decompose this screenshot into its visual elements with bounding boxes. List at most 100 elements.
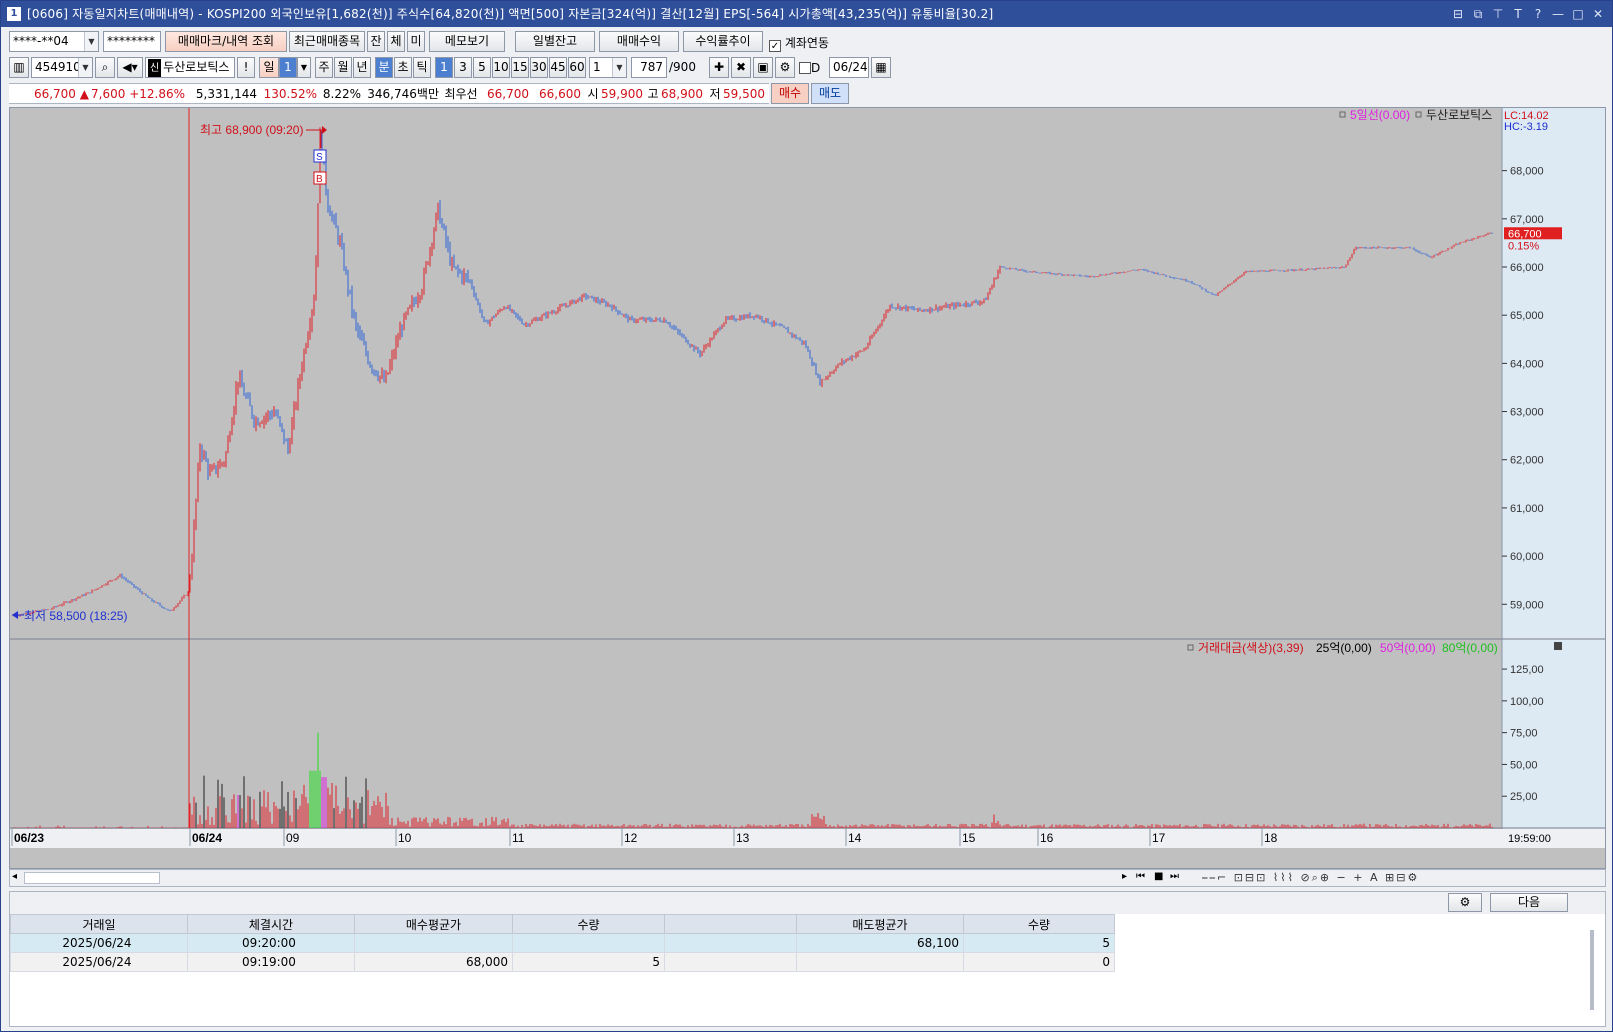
cell-blank <box>664 933 797 953</box>
drawing-tools-icon[interactable]: ⎯⎯⌐ ⊡⊟⊡ ⌇⌇⌇ ⊘⌕⊕ − + A ⊞⊟⚙ <box>1202 871 1419 885</box>
column-sell-qty[interactable]: 수량 <box>963 914 1115 934</box>
count-input[interactable]: 787 <box>631 57 667 78</box>
chevron-down-icon[interactable]: ▼ <box>78 58 92 77</box>
password-input[interactable]: ******** <box>103 31 161 52</box>
date-input[interactable]: 06/24 <box>829 57 869 78</box>
help-icon[interactable]: ? <box>1530 1 1546 27</box>
memo-button[interactable]: 메모보기 <box>429 31 505 52</box>
stock-name-field[interactable]: 신 두산로보틱스 <box>145 57 235 78</box>
period-week-button[interactable]: 주 <box>315 57 333 78</box>
period-second-button[interactable]: 초 <box>394 57 412 78</box>
interval-60-button[interactable]: 60 <box>568 57 586 78</box>
interval-select[interactable]: 1 ▼ <box>589 57 627 78</box>
column-trade-date[interactable]: 거래일 <box>10 914 188 934</box>
chevron-down-icon[interactable]: ▼ <box>84 32 98 51</box>
period-day-button[interactable]: 일 <box>259 57 279 78</box>
price-tick-label: 63,000 <box>1510 407 1544 419</box>
minimize-icon[interactable]: — <box>1550 1 1566 27</box>
interval-5-button[interactable]: 5 <box>473 57 491 78</box>
gear-icon[interactable]: ⚙ <box>1448 893 1482 912</box>
volume-legend-80: 80억(0,00) <box>1442 641 1498 655</box>
interval-3-button[interactable]: 3 <box>454 57 472 78</box>
table-row[interactable]: 2025/06/24 09:19:00 68,000 5 0 <box>10 952 1115 972</box>
chart-canvas[interactable]: 68,000 67,000 66,000 65,000 64,000 63,000 62,0… <box>10 108 1605 868</box>
buy-marker-label: B <box>316 174 323 185</box>
gear-icon[interactable]: ⚙ <box>775 57 795 78</box>
table-scrollbar[interactable] <box>1590 930 1594 1010</box>
tile-icon[interactable]: ⊟ <box>1450 1 1466 27</box>
x-tick-label: 09 <box>286 831 300 845</box>
column-exec-time[interactable]: 체결시간 <box>187 914 355 934</box>
crosshair-remove-icon[interactable]: ✖ <box>731 57 751 78</box>
pin-top-icon[interactable]: ⊤ <box>1490 1 1506 27</box>
chart-scrollbar[interactable]: ◂ ▸ ⏮ ■ ⏭ ⎯⎯⌐ ⊡⊟⊡ ⌇⌇⌇ ⊘⌕⊕ − + A ⊞⊟⚙ <box>9 869 1606 887</box>
best-ask: 66,700 <box>481 83 533 104</box>
calendar-icon[interactable]: ▦ <box>871 57 891 78</box>
period-year-button[interactable]: 년 <box>353 57 371 78</box>
x-tick-label: 10 <box>398 831 412 845</box>
next-button[interactable]: 다음 <box>1490 893 1568 912</box>
x-tick-label: 11 <box>512 831 525 845</box>
cell-sell-qty: 0 <box>963 952 1115 972</box>
x-tick-label: 15 <box>962 831 976 845</box>
stop-icon[interactable]: ■ <box>1154 871 1163 882</box>
speaker-icon[interactable]: ◀▾ <box>117 57 143 78</box>
column-blank[interactable] <box>664 914 797 934</box>
price-chart-area[interactable]: 68,000 67,000 66,000 65,000 64,000 63,000 62,0… <box>9 107 1606 869</box>
period-minute-button[interactable]: 분 <box>375 57 393 78</box>
restore-window-icon[interactable]: ⧉ <box>1470 1 1486 27</box>
interval-1-button[interactable]: 1 <box>435 57 453 78</box>
period-day-value[interactable]: 1 <box>279 57 297 78</box>
recent-trades-button[interactable]: 최근매매종목 <box>289 31 365 52</box>
maximize-icon[interactable]: □ <box>1570 1 1586 27</box>
interval-30-button[interactable]: 30 <box>530 57 548 78</box>
stock-name: 두산로보틱스 <box>163 60 230 74</box>
column-buy-avg[interactable]: 매수평균가 <box>354 914 513 934</box>
layout-icon[interactable]: ▥ <box>9 57 29 78</box>
interval-15-button[interactable]: 15 <box>511 57 529 78</box>
executed-button[interactable]: 체 <box>387 31 405 52</box>
close-icon[interactable]: ✕ <box>1590 1 1606 27</box>
unfilled-button[interactable]: 미 <box>407 31 425 52</box>
chevron-down-icon[interactable]: ▼ <box>297 57 311 78</box>
return-trend-button[interactable]: 수익률추이 <box>683 31 763 52</box>
account-select[interactable]: ****-**04 ▼ <box>9 31 99 52</box>
price-tick-label: 65,000 <box>1510 310 1544 322</box>
d-label: D <box>811 61 821 75</box>
column-buy-qty[interactable]: 수량 <box>512 914 665 934</box>
trade-mark-button[interactable]: 매매마크/내역 조회 <box>165 31 287 52</box>
chevron-down-icon[interactable]: ▼ <box>612 58 626 77</box>
buy-button[interactable]: 매수 <box>771 83 809 104</box>
balance-button[interactable]: 잔 <box>367 31 385 52</box>
cell-blank <box>664 952 797 972</box>
account-link-checkbox[interactable]: ✓ 계좌연동 <box>769 34 829 52</box>
cell-exec-time: 09:20:00 <box>187 933 355 953</box>
period-month-button[interactable]: 월 <box>334 57 352 78</box>
d-checkbox[interactable]: D <box>799 61 820 75</box>
sell-button[interactable]: 매도 <box>811 83 849 104</box>
rewind-icon[interactable]: ⏮ <box>1136 871 1145 882</box>
alert-button[interactable]: ! <box>237 57 255 78</box>
scroll-left-icon[interactable]: ◂ <box>12 871 17 882</box>
trade-profit-button[interactable]: 매매수익 <box>599 31 679 52</box>
crosshair-add-icon[interactable]: ✚ <box>709 57 729 78</box>
scroll-thumb[interactable] <box>24 872 160 884</box>
scroll-right-icon[interactable]: ▸ <box>1122 871 1127 882</box>
checkbox-box[interactable] <box>799 62 811 74</box>
search-icon[interactable]: ⌕ <box>95 57 115 78</box>
font-icon[interactable]: T <box>1510 1 1526 27</box>
period-tick-button[interactable]: 틱 <box>413 57 431 78</box>
checkbox-box[interactable]: ✓ <box>769 40 781 52</box>
interval-10-button[interactable]: 10 <box>492 57 510 78</box>
table-row[interactable]: 2025/06/24 09:20:00 68,100 5 <box>10 933 1115 953</box>
account-link-label: 계좌연동 <box>784 36 829 50</box>
best-bid: 66,600 <box>533 83 585 104</box>
save-icon[interactable]: ▣ <box>753 57 773 78</box>
hc-label: HC:-3.19 <box>1504 121 1548 133</box>
daily-balance-button[interactable]: 일별잔고 <box>515 31 595 52</box>
cell-buy-qty: 5 <box>512 952 665 972</box>
column-sell-avg[interactable]: 매도평균가 <box>796 914 964 934</box>
fast-forward-icon[interactable]: ⏭ <box>1170 871 1179 882</box>
stock-code-input[interactable]: 454910 ▼ <box>31 57 93 78</box>
interval-45-button[interactable]: 45 <box>549 57 567 78</box>
